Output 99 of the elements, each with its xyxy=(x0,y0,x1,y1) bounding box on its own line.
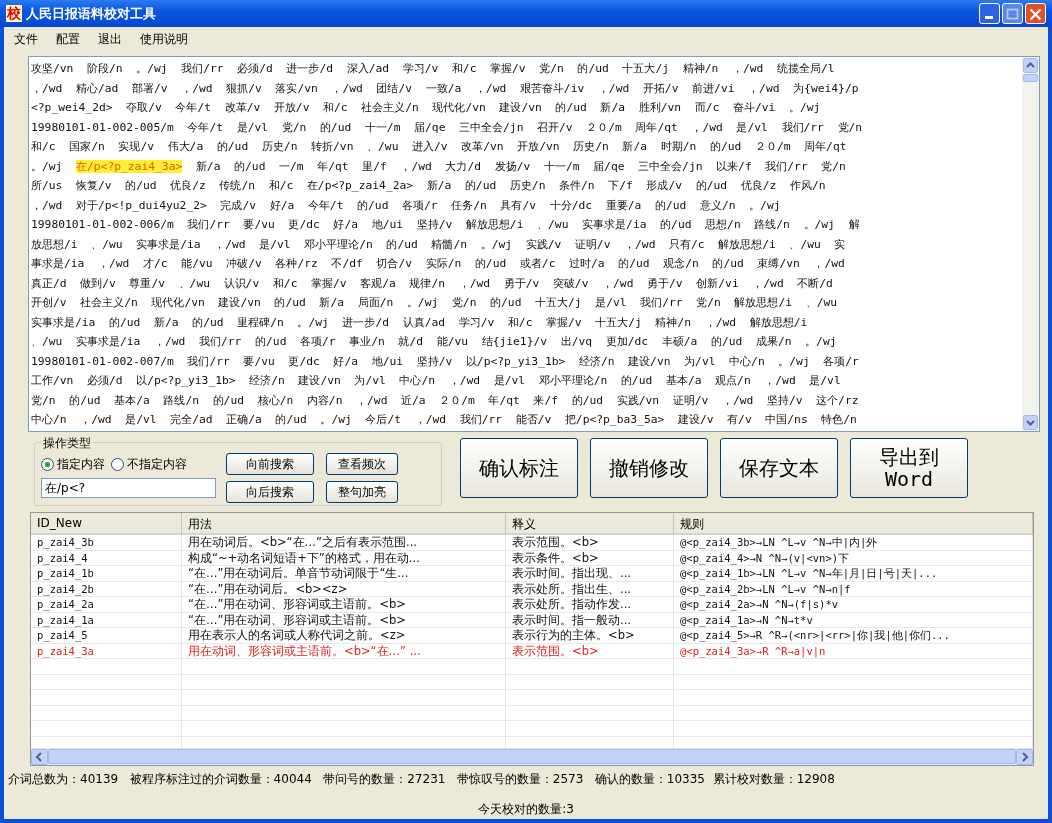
text-line: 所/us 恢复/v 的/ud 优良/z 传统/n 和/c 在/p<?p_zai4_2a> 新/a 的/ud 历史/n 条件/n 下/f 形成/v 的/ud 优良/z 作风/n xyxy=(31,178,827,194)
table-row[interactable]: p_zai4_5 用在表示人的名词或人称代词之前。<z> 表示行为的主体。<b> @<p_zai4_5>→R ^R→(<nr>|<rr>|你|我|他|你们... xyxy=(31,628,1033,644)
table-cell: p_zai4_5 xyxy=(31,628,182,643)
table-row[interactable]: p_zai4_3b 用在动词后。<b>“在…”之后有表示范围... 表示范围。<b> @<p_zai4_3b>→LN ^L→v ^N→中|内|外 xyxy=(31,535,1033,551)
text-line: <?p_wei4_2d> 夺取/v 今年/t 改革/v 开放/v 和/c 社会主义/n 现代化/vn 建设/vn 的/ud 新/a 胜利/vn 而/c 奋斗/vi 。/wj xyxy=(31,100,822,116)
scroll-down-icon[interactable] xyxy=(1023,415,1038,430)
table-cell: 表示处所。指出生、... xyxy=(506,581,674,596)
text-line: 19980101-01-002-006/m 我们/rr 要/vu 更/dc 好/a 地/ui 坚持/v 解放思想/i 、/wu 实事求是/ia 的/ud 思想/n 路线/n 。/wj 解 xyxy=(31,217,861,233)
radio-label: 指定内容 xyxy=(57,455,105,473)
search-field[interactable]: 在/p<? xyxy=(41,478,216,498)
minimize-button[interactable] xyxy=(979,3,1000,24)
text-line: 开创/v 社会主义/n 现代化/vn 建设/vn 的/ud 新/a 局面/n 。/wj 党/n 的/ud 十五大/j 是/vl 我们/rr 党/n 解放思想/i 、/wu xyxy=(31,295,839,311)
search-button[interactable]: 向前搜索 xyxy=(226,453,314,475)
table-cell: @<p_zai4_5>→R ^R→(<nr>|<rr>|你|我|他|你们... xyxy=(674,628,1033,643)
action-button[interactable]: 确认标注 xyxy=(460,438,578,498)
app-icon: 校 xyxy=(6,5,22,22)
table-row[interactable]: p_zai4_1a “在…”用在动词、形容词或主语前。<b> 表示时间。指一般动... @<p_zai4_1a>→N ^N→t*v xyxy=(31,612,1033,628)
column-header[interactable]: 规则 xyxy=(674,513,1033,536)
table-cell: “在…”用在动词、形容词或主语前。<b> xyxy=(182,597,506,612)
table-cell: 用在表示人的名词或人称代词之前。<z> xyxy=(182,628,506,643)
table-cell: 表示范围。<b> xyxy=(506,643,674,658)
text-line: ，/wd 精心/ad 部署/v ，/wd 狠抓/v 落实/vn ，/wd 团结/v 一致/a ，/wd 艰苦奋斗/iv ，/wd 开拓/v 前进/vi ，/wd 为{wei4}/p xyxy=(31,80,860,97)
text-line: 放思想/i 、/wu 实事求是/ia ，/wd 是/vl 邓小平理论/n 的/ud 精髓/n 。/wj 实践/v 证明/v ，/wd 只有/c 解放思想/i 、/wu 实 xyxy=(31,236,847,253)
table-cell: “在…”用在动词后。单音节动词限于“生... xyxy=(182,566,506,581)
table-cell: “在…”用在动词、形容词或主语前。<b> xyxy=(182,612,506,627)
table-cell: p_zai4_1b xyxy=(31,566,182,581)
table-cell: @<p_zai4_1b>→LN ^L→v ^N→年|月|日|号|天|... xyxy=(674,566,1033,581)
table-row[interactable]: p_zai4_4 构成“~+动名词短语+下”的格式，用在动... 表示条件。<b> @<p_zai4_4>→N ^N→(v|<vn>)下 xyxy=(31,550,1033,566)
table-cell: p_zai4_2b xyxy=(31,581,182,596)
table-row[interactable]: p_zai4_2a “在…”用在动词、形容词或主语前。<b> 表示处所。指动作发... @<p_zai4_2a>→N ^N→(f|s)*v xyxy=(31,597,1033,613)
table-row[interactable]: p_zai4_2b “在…”用在动词后。<b><z> 表示处所。指出生、... @<p_zai4_2b>→LN ^L→v ^N→n|f xyxy=(31,581,1033,597)
highlighted-text: 在/p<?p_zai4_3a> xyxy=(76,159,183,173)
text-line: 真正/d 做到/v 尊重/v 、/wu 认识/v 和/c 掌握/v 客观/a 规律/n ，/wd 勇于/v 突破/v ，/wd 勇于/v 创新/vi ，/wd 不断/d xyxy=(31,275,834,292)
table-cell: 用在动词后。<b>“在…”之后有表示范围... xyxy=(182,535,506,550)
table-cell: 表示范围。<b> xyxy=(506,535,674,550)
table-cell: @<p_zai4_2a>→N ^N→(f|s)*v xyxy=(674,597,1033,612)
group-title: 操作类型 xyxy=(41,435,93,452)
table-cell: p_zai4_3b xyxy=(31,535,182,550)
text-line: 19980101-01-002-005/m 今年/t 是/vl 党/n 的/ud 十一/m 届/qe 三中全会/jn 召开/v ２０/m 周年/qt ，/wd 是/vl 我们/rr 党/n xyxy=(31,119,864,136)
table-cell: 表示时间。指出现、... xyxy=(506,566,674,581)
menu-item[interactable]: 退出 xyxy=(98,31,122,44)
text-line: 实事求是/ia 的/ud 新/a 的/ud 里程碑/n 。/wj 进一步/d 认真/ad 学习/v 和/c 掌握/v 十五大/j 精神/n ，/wd 解放思想/i xyxy=(31,314,809,331)
text-line: 中心/n ，/wd 是/vl 完全/ad 正确/a 的/ud 。/wj 今后/t ，/wd 我们/rr 能否/v 把/p<?p_ba3_5a> 建设/v 有/v 中国/ns 特色/n xyxy=(31,412,858,428)
scroll-thumb[interactable] xyxy=(1023,74,1038,82)
action-button[interactable]: 撤销修改 xyxy=(590,438,708,498)
vertical-scrollbar[interactable] xyxy=(1022,57,1039,431)
table-row[interactable]: p_zai4_1b “在…”用在动词后。单音节动词限于“生... 表示时间。指出现、... @<p_zai4_1b>→LN ^L→v ^N→年|月|日|号|天|... xyxy=(31,566,1033,582)
table-cell: @<p_zai4_1a>→N ^N→t*v xyxy=(674,612,1033,627)
scroll-up-icon[interactable] xyxy=(1023,58,1038,73)
table-cell: 表示行为的主体。<b> xyxy=(506,628,674,643)
table-cell: p_zai4_4 xyxy=(31,550,182,565)
radio-circle[interactable] xyxy=(41,457,54,471)
table-cell: “在…”用在动词后。<b><z> xyxy=(182,581,506,596)
scroll-right-icon[interactable] xyxy=(1016,748,1033,765)
table-row[interactable]: p_zai4_3a 用在动词、形容词或主语前。<b>“在…” ... 表示范围。<b> @<p_zai4_3a>→R ^R→a|v|n xyxy=(31,643,1033,659)
column-header[interactable]: 释义 xyxy=(506,513,674,536)
text-line: 、/wu 实事求是/ia ，/wd 我们/rr 的/ud 各项/r 事业/n 就/d 能/vu 结{jie1}/v 出/vq 更加/dc 丰硕/a 的/ud 成果/n 。/wj xyxy=(31,334,838,350)
window-title: 人民日报语料校对工具 xyxy=(26,4,157,23)
close-button[interactable] xyxy=(1025,3,1046,24)
table-cell: @<p_zai4_4>→N ^N→(v|<vn>)下 xyxy=(674,550,1033,565)
menu-item[interactable]: 配置 xyxy=(56,31,80,44)
text-area[interactable] xyxy=(28,56,1040,432)
table-cell: p_zai4_1a xyxy=(31,612,182,627)
radio-option[interactable]: 不指定内容 xyxy=(111,455,187,473)
radio-circle[interactable] xyxy=(111,457,124,471)
text-line: 事求是/ia ，/wd 才/c 能/vu 冲破/v 各种/rz 不/df 切合/v 实际/n 的/ud 或者/c 过时/a 的/ud 观念/n 的/ud 束缚/vn ，/wd xyxy=(31,256,846,272)
maximize-button[interactable] xyxy=(1002,3,1023,24)
search-button[interactable]: 整句加亮 xyxy=(326,481,398,503)
action-button[interactable]: 保存文本 xyxy=(720,438,838,498)
menu-item[interactable]: 使用说明 xyxy=(140,31,188,44)
text-line: 和/c 国家/n 实现/v 伟大/a 的/ud 历史/n 转折/vn 、/wu 进入/v 改革/vn 开放/vn 历史/n 新/a 时期/n 的/ud ２０/m 周年/qt xyxy=(31,139,848,155)
column-header[interactable]: 用法 xyxy=(182,513,506,536)
table-cell: @<p_zai4_3a>→R ^R→a|v|n xyxy=(674,643,1033,658)
text-line: 工作/vn 必须/d 以/p<?p_yi3_1b> 经济/n 建设/vn 为/vl 中心/n ，/wd 是/vl 邓小平理论/n 的/ud 基本/a 观点/n ，/wd 是/vl xyxy=(31,373,842,389)
table-cell: @<p_zai4_2b>→LN ^L→v ^N→n|f xyxy=(674,581,1033,596)
status-text: 今天校对的数量:3 xyxy=(477,802,575,817)
table-cell: 构成“~+动名词短语+下”的格式，用在动... xyxy=(182,550,506,565)
scroll-left-icon[interactable] xyxy=(31,748,48,765)
radio-label: 不指定内容 xyxy=(127,455,187,473)
text-line: 攻坚/vn 阶段/n 。/wj 我们/rr 必须/d 进一步/d 深入/ad 学习/v 和/c 掌握/v 党/n 的/ud 十五大/j 精神/n ，/wd 统揽全局/l xyxy=(31,61,836,77)
search-button[interactable]: 查看频次 xyxy=(326,453,398,475)
table-cell: p_zai4_3a xyxy=(31,643,182,658)
minimize-icon xyxy=(985,16,993,19)
text-line: 党/n 的/ud 基本/a 路线/n 的/ud 核心/n 内容/n ，/wd 近/a ２０/m 年/qt 来/f 的/ud 实践/vn 证明/v ，/wd 坚持/v 这个/rz xyxy=(31,392,860,409)
text-line: 19980101-01-002-007/m 我们/rr 要/vu 更/dc 好/a 地/ui 坚持/v 以/p<?p_yi3_1b> 经济/n 建设/vn 为/vl 中心/n 。/wj 各项/r xyxy=(31,353,860,370)
radio-option[interactable]: 指定内容 xyxy=(41,455,105,473)
text-line: ，/wd 对于/p<!p_dui4yu2_2> 完成/v 好/a 今年/t 的/ud 各项/r 任务/n 具有/v 十分/dc 重要/a 的/ud 意义/n 。/wj xyxy=(31,197,782,214)
table-cell: 表示处所。指动作发... xyxy=(506,597,674,612)
action-button[interactable]: 导出到 Word xyxy=(850,438,968,498)
table-cell: 表示时间。指一般动... xyxy=(506,612,674,627)
table-cell: 表示条件。<b> xyxy=(506,550,674,565)
status-text: 介词总数为：40139 被程序标注过的介词数量：40044 带问号的数量：27231 带惊叹号的数量：2573 确认的数量：10335 累计校对数量：12908 xyxy=(8,772,836,787)
text-line: 。/wj 在/p<?p_zai4_3a> 新/a 的/ud 一/m 年/qt 里/f ，/wd 大力/d 发扬/v 十一/m 届/qe 三中全会/jn 以来/f 我们/rr 党/n xyxy=(31,158,847,175)
column-header[interactable]: ID_New xyxy=(31,513,182,536)
menu-item[interactable]: 文件 xyxy=(14,31,38,44)
table-cell: 用在动词、形容词或主语前。<b>“在…” ... xyxy=(182,643,506,658)
table-cell: p_zai4_2a xyxy=(31,597,182,612)
table-cell: @<p_zai4_3b>→LN ^L→v ^N→中|内|外 xyxy=(674,535,1033,550)
search-button[interactable]: 向后搜索 xyxy=(226,481,314,503)
